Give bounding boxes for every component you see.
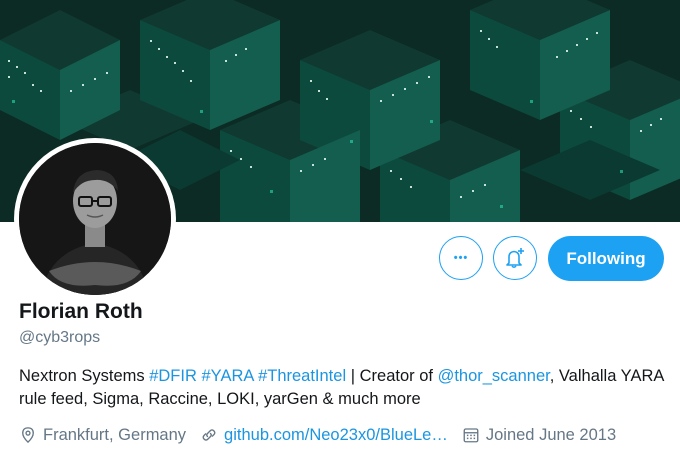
more-options-button[interactable]: ••• (439, 236, 483, 280)
bio-company: Nextron Systems (19, 367, 145, 385)
hashtag-yara[interactable]: #YARA (201, 367, 253, 385)
hashtag-dfir[interactable]: #DFIR (149, 367, 197, 385)
link-icon (202, 429, 216, 441)
hashtag-threatintel[interactable]: #ThreatIntel (258, 367, 346, 385)
avatar-frame (14, 138, 176, 300)
location-text: Frankfurt, Germany (43, 425, 187, 444)
calendar-icon (463, 428, 479, 443)
website-link[interactable]: github.com/Neo23x0/BlueLe… (224, 426, 448, 445)
website-item: github.com/Neo23x0/BlueLe… (200, 426, 448, 445)
user-handle: @cyb3rops (19, 329, 101, 346)
notifications-button[interactable] (493, 236, 537, 280)
ellipsis-icon: ••• (453, 252, 469, 264)
profile-meta: Frankfurt, Germany github.com/Neo23x0/Bl… (19, 423, 630, 447)
bio-creator-prefix: Creator of (359, 367, 433, 385)
joined-text: Joined June 2013 (485, 425, 617, 444)
mention-thor-scanner[interactable]: @thor_scanner (438, 367, 550, 385)
avatar[interactable] (19, 143, 171, 295)
profile-bio: Nextron Systems #DFIR #YARA #ThreatIntel… (19, 365, 669, 411)
display-name: Florian Roth (19, 300, 143, 323)
bell-plus-icon (506, 248, 524, 269)
avatar-photo (19, 143, 171, 295)
location-pin-icon (22, 427, 34, 444)
location-item: Frankfurt, Germany (19, 426, 186, 445)
joined-item: Joined June 2013 (462, 426, 616, 445)
following-button[interactable]: Following (548, 236, 664, 281)
bio-separator: | (350, 367, 356, 385)
